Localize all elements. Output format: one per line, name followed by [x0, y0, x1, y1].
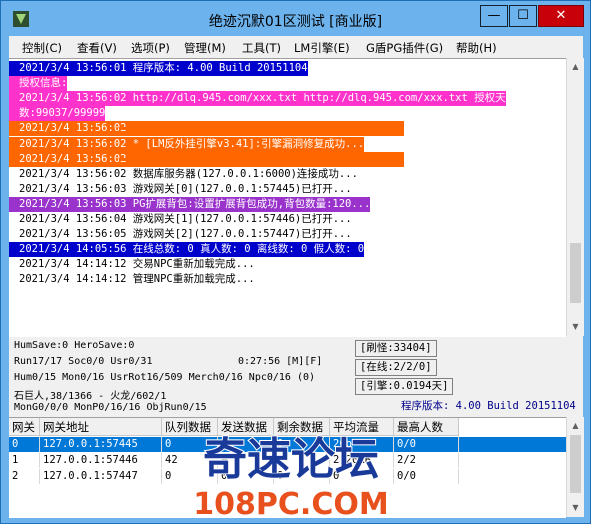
svg-text:108PC.COM: 108PC.COM [193, 487, 388, 521]
log-line: 2021/3/4 13:56:04 游戏网关[1](127.0.0.1:5744… [19, 213, 352, 225]
log-line: 2021/3/4 13:56:03 PG扩展背包:设置扩展背包成功,背包数量:1… [9, 196, 371, 212]
log-line: 2021/3/4 13:56:01 程序版本: 4.00 Build 20151… [9, 61, 308, 76]
log-line: 2021/3/4 14:05:56 在线总数: 0 真人数: 0 离线数: 0 … [9, 242, 365, 258]
minimize-button[interactable]: — [480, 5, 508, 27]
title-bar[interactable]: 绝迹沉默01区测试 [商业版] — ☐ ✕ [2, 2, 589, 36]
table-cell: 127.0.0.1:57445 [40, 437, 162, 452]
menu-gshield-plugin[interactable]: G盾PG插件(G) [366, 40, 443, 56]
monster-status: 石巨人,38/1366 - 火龙/602/1 [14, 391, 167, 402]
log-separator-bar [119, 127, 394, 131]
scroll-down-icon[interactable]: ▼ [568, 319, 583, 334]
log-line: 2021/3/4 13:56:05 游戏网关[2](127.0.0.1:5744… [19, 228, 352, 241]
mongen-status: MonG0/0/0 MonP0/16/16 ObjRun0/15 [14, 402, 207, 413]
table-cell: 2 [9, 469, 40, 484]
log-line: 2021/3/4 14:14:12 交易NPC重新加载完成... [19, 258, 255, 271]
hum-status: Hum0/15 Mon0/16 UsrRot16/509 Merch0/16 N… [14, 372, 316, 383]
app-window: 绝迹沉默01区测试 [商业版] — ☐ ✕ 控制(C) 查看(V) 选项(P) … [0, 0, 591, 524]
table-cell: 127.0.0.1:57446 [40, 453, 162, 468]
log-line: 2021/3/4 13:56:02 * [LM反外挂引擎v3.41]:引擎漏洞修… [9, 136, 365, 152]
log-panel[interactable]: 2021/3/4 13:56:01 程序版本: 4.00 Build 20151… [9, 58, 566, 337]
log-line: 数:99037/99999 [9, 106, 106, 122]
log-scrollbar[interactable]: ▲ ▼ [566, 58, 584, 336]
menu-help[interactable]: 帮助(H) [456, 40, 497, 56]
log-separator-bar [119, 157, 394, 161]
run-status: Run17/17 Soc0/0 Usr0/31 [14, 356, 153, 367]
maximize-button[interactable]: ☐ [509, 5, 537, 27]
menu-options[interactable]: 选项(P) [131, 40, 170, 56]
engine-box: [引擎:0.0194天] [355, 378, 454, 395]
watermark-logo: 奇速论坛 108PC.COM [192, 433, 389, 521]
menu-manage[interactable]: 管理(M) [184, 40, 226, 56]
save-status: HumSave:0 HeroSave:0 [14, 340, 135, 351]
status-panel: HumSave:0 HeroSave:0 Run17/17 Soc0/0 Usr… [9, 337, 583, 417]
log-line: 2021/3/4 14:14:12 管理NPC重新加载完成... [19, 273, 255, 286]
column-header[interactable]: 网关地址 [40, 418, 162, 436]
log-line: 授权信息: [9, 76, 68, 92]
menu-control[interactable]: 控制(C) [22, 40, 62, 56]
close-button[interactable]: ✕ [538, 5, 584, 27]
uptime: 0:27:56 [M][F] [238, 356, 323, 367]
log-line: 2021/3/4 13:56:02 数据库服务器(127.0.0.1:6000)… [19, 167, 358, 180]
table-cell: 0 [9, 437, 40, 452]
menu-bar: 控制(C) 查看(V) 选项(P) 管理(M) 工具(T) LM引擎(E) G盾… [9, 36, 583, 58]
scroll-thumb[interactable] [570, 243, 581, 303]
table-cell: 1 [9, 453, 40, 468]
scroll-up-icon[interactable]: ▲ [568, 59, 583, 74]
table-cell: 127.0.0.1:57447 [40, 469, 162, 484]
menu-view[interactable]: 查看(V) [77, 40, 117, 56]
table-scroll-up-icon[interactable]: ▲ [568, 418, 583, 433]
table-scroll-thumb[interactable] [570, 435, 581, 493]
column-header[interactable]: 网关 [9, 418, 40, 436]
table-scrollbar[interactable]: ▲ ▼ [566, 417, 584, 517]
log-line: 2021/3/4 13:56:03 游戏网关[0](127.0.0.1:5744… [19, 182, 352, 195]
online-box: [在线:2/2/0] [355, 359, 437, 376]
log-line: 2021/3/4 13:56:02 http://dlq.945.com/xxx… [9, 91, 506, 107]
menu-tools[interactable]: 工具(T) [242, 40, 281, 56]
menu-lm-engine[interactable]: LM引擎(E) [294, 40, 350, 56]
table-scroll-down-icon[interactable]: ▼ [568, 500, 583, 515]
version-label: 程序版本: 4.00 Build 20151104 [401, 400, 576, 412]
svg-text:奇速论坛: 奇速论坛 [203, 434, 379, 485]
refresh-monster-box: [刷怪:33404] [355, 340, 437, 357]
